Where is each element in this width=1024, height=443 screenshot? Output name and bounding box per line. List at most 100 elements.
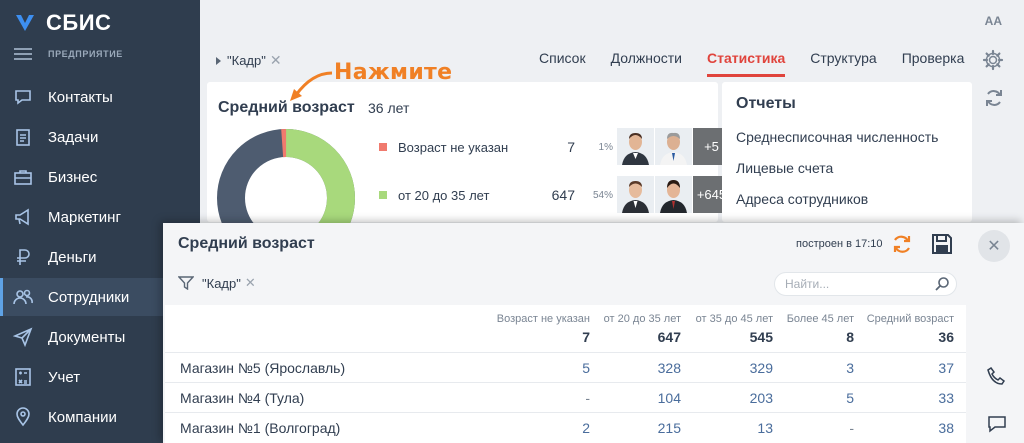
search-input[interactable] <box>785 276 925 292</box>
report-link-accounts[interactable]: Лицевые счета <box>736 160 833 176</box>
sidebar-item-label: Учет <box>48 368 81 386</box>
cell-value[interactable]: 329 <box>750 360 773 376</box>
clipboard-icon <box>12 126 34 148</box>
cell-value[interactable]: 5 <box>846 390 854 406</box>
filter-label: "Кадр" <box>202 275 241 291</box>
column-header[interactable]: от 35 до 45 лет <box>696 313 773 325</box>
chat-icon <box>12 86 34 108</box>
cell-value[interactable]: 37 <box>938 360 954 376</box>
panel-filter-chip[interactable]: "Кадр" ✕ <box>178 275 256 291</box>
table-row[interactable]: Магазин №1 (Волгоград) 2 215 13 - 38 <box>165 412 966 442</box>
table-row[interactable]: Магазин №5 (Ярославль) 5 328 329 3 37 <box>165 352 966 382</box>
stat-count: 647 <box>551 187 575 203</box>
avatar-group: +5 <box>617 128 731 165</box>
briefcase-icon <box>12 166 34 188</box>
megaphone-icon <box>12 206 34 228</box>
cell-value[interactable]: 13 <box>757 420 773 436</box>
menu-icon[interactable] <box>14 48 32 60</box>
cell-value[interactable]: 215 <box>658 420 681 436</box>
cell-value[interactable]: 2 <box>582 420 590 436</box>
app-logo[interactable]: СБИС <box>14 10 111 36</box>
avatar[interactable] <box>617 128 654 165</box>
refresh-icon[interactable] <box>891 233 913 255</box>
cell-value[interactable]: 3 <box>846 360 854 376</box>
close-button[interactable]: ✕ <box>978 230 1010 262</box>
gear-icon[interactable] <box>982 49 1004 71</box>
ruble-icon <box>12 246 34 268</box>
search-icon[interactable] <box>934 276 950 292</box>
avatar[interactable] <box>617 176 654 213</box>
chat-bubble-icon[interactable] <box>985 412 1009 436</box>
average-age-value: 36 лет <box>368 100 410 116</box>
reports-card: Отчеты Среднесписочная численность Лицев… <box>722 82 972 222</box>
annotation-arrow-icon <box>290 71 333 101</box>
reports-title: Отчеты <box>736 95 796 112</box>
search-field[interactable] <box>774 272 957 296</box>
cell-value[interactable]: 33 <box>938 390 954 406</box>
sidebar-item-label: Компании <box>48 408 117 426</box>
column-total: 647 <box>657 329 681 345</box>
cell-value[interactable]: 5 <box>582 360 590 376</box>
report-link-addresses[interactable]: Адреса сотрудников <box>736 191 868 207</box>
tab-positions[interactable]: Должности <box>611 50 682 77</box>
location-icon <box>12 406 34 428</box>
stat-label: от 20 до 35 лет <box>398 187 490 203</box>
sidebar-item-label: Деньги <box>48 248 97 266</box>
column-header[interactable]: Средний возраст <box>867 313 954 325</box>
stat-percent: 1% <box>598 141 613 153</box>
table-row[interactable]: Магазин №4 (Тула) - 104 203 5 33 <box>165 382 966 412</box>
average-age-panel: Средний возраст построен в 17:10 ✕ "Кадр… <box>163 223 1024 443</box>
row-name: Магазин №1 (Волгоград) <box>180 420 341 436</box>
report-link-headcount[interactable]: Среднесписочная численность <box>736 129 938 145</box>
column-header[interactable]: от 20 до 35 лет <box>604 313 681 325</box>
stats-card: Средний возраст 36 лет Возраст не указан… <box>207 82 730 267</box>
font-size-toggle[interactable]: AA <box>985 14 1002 28</box>
stat-count: 7 <box>567 139 575 155</box>
stat-label: Возраст не указан <box>398 139 509 155</box>
phone-icon[interactable] <box>985 365 1009 389</box>
built-time: построен в 17:10 <box>796 238 883 250</box>
close-icon[interactable]: ✕ <box>245 275 256 291</box>
close-icon[interactable]: ✕ <box>270 52 282 69</box>
tab-structure[interactable]: Структура <box>810 50 876 77</box>
avatar[interactable] <box>655 128 692 165</box>
cell-value[interactable]: 328 <box>658 360 681 376</box>
column-total: 36 <box>938 329 954 345</box>
age-table: Возраст не указан 7 от 20 до 35 лет 647 … <box>165 305 966 443</box>
filter-label: "Кадр" <box>227 53 266 68</box>
filter-chip[interactable]: "Кадр" ✕ <box>216 52 282 69</box>
sbis-logo-icon <box>16 15 34 31</box>
column-total: 545 <box>749 329 773 345</box>
people-icon <box>12 286 34 308</box>
tab-check[interactable]: Проверка <box>902 50 965 77</box>
cell-value: - <box>849 420 854 436</box>
save-icon[interactable] <box>931 233 953 255</box>
column-header[interactable]: Возраст не указан <box>497 313 590 325</box>
stat-percent: 54% <box>592 189 613 201</box>
panel-title: Средний возраст <box>178 235 315 252</box>
column-total: 7 <box>582 329 590 345</box>
sidebar-item-tasks[interactable]: Задачи <box>0 118 200 156</box>
refresh-icon[interactable] <box>984 88 1004 108</box>
sidebar-item-label: Документы <box>48 328 126 346</box>
avatar[interactable] <box>655 176 692 213</box>
expand-triangle-icon[interactable] <box>216 56 221 65</box>
filter-icon[interactable] <box>178 276 194 290</box>
sidebar-item-business[interactable]: Бизнес <box>0 158 200 196</box>
cell-value[interactable]: 104 <box>658 390 681 406</box>
column-header[interactable]: Более 45 лет <box>787 313 854 325</box>
legend-swatch <box>379 143 387 151</box>
sidebar-item-label: Сотрудники <box>48 288 130 306</box>
side-actions <box>985 365 1024 443</box>
cell-value[interactable]: 38 <box>938 420 954 436</box>
tab-list[interactable]: Список <box>539 50 586 77</box>
tab-statistics[interactable]: Статистика <box>707 50 786 77</box>
section-label: ПРЕДПРИЯТИЕ <box>48 49 123 59</box>
app-title: СБИС <box>46 10 112 35</box>
sidebar-item-label: Бизнес <box>48 168 98 186</box>
close-icon: ✕ <box>987 238 1001 255</box>
section-header[interactable]: ПРЕДПРИЯТИЕ <box>14 48 123 60</box>
cell-value[interactable]: 203 <box>750 390 773 406</box>
calculator-icon <box>12 366 34 388</box>
sidebar-item-contacts[interactable]: Контакты <box>0 78 200 116</box>
